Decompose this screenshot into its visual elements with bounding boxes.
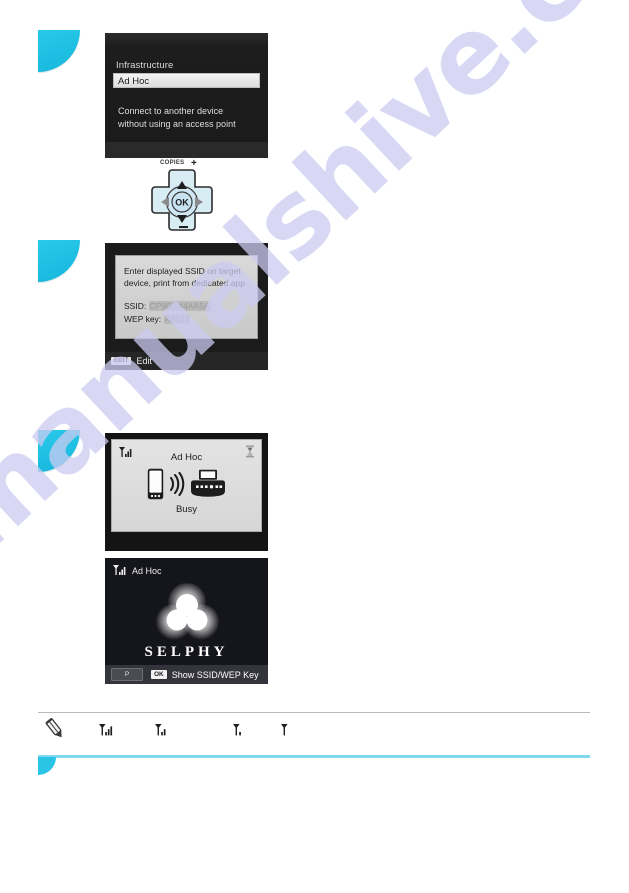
ssid-wep-screen: Enter displayed SSID on target device, p…	[105, 243, 268, 370]
printer-icon	[190, 469, 225, 497]
selphy-splash-screen: Ad Hoc SELPHY P OK Show SSID/WEP Key	[105, 558, 268, 684]
p-button[interactable]: P	[111, 668, 143, 681]
smartphone-icon	[147, 468, 163, 500]
ssid-info-card: Enter displayed SSID on target device, p…	[115, 255, 258, 339]
ssid-label: SSID:	[124, 301, 147, 311]
wep-label: WEP key:	[124, 314, 162, 324]
panel3-title: Ad Hoc	[170, 452, 203, 463]
connection-method-screen: Infrastructure Ad Hoc Connect to another…	[105, 33, 268, 158]
wep-value: A8123	[163, 314, 191, 324]
panel1-footer-bar	[105, 142, 268, 158]
note-divider	[38, 712, 590, 713]
panel3-status-text: Busy	[175, 504, 198, 515]
signal-level-weak	[232, 723, 248, 743]
ssid-instruction-text: Enter displayed SSID on target device, p…	[124, 266, 245, 288]
option-ad-hoc-selected[interactable]: Ad Hoc	[113, 73, 260, 88]
wireless-waves-icon	[169, 472, 184, 496]
signal-level-medium	[154, 723, 170, 743]
edit-key-badge: EDIT	[111, 357, 132, 365]
panel4-bottom-bar: P OK Show SSID/WEP Key	[105, 665, 268, 684]
page-watermark: manualshive.com	[0, 0, 629, 893]
signal-strength-icon	[113, 565, 126, 575]
pencil-note-icon	[42, 716, 68, 747]
selphy-logo	[105, 580, 268, 646]
svg-text:OK: OK	[175, 198, 189, 208]
copies-label: COPIES	[160, 160, 185, 166]
adhoc-busy-screen: Ad Hoc Busy	[105, 433, 268, 551]
navigation-pad[interactable]: COPIES + OK	[146, 159, 218, 236]
panel4-status-row: Ad Hoc	[112, 564, 162, 577]
wep-row: WEP key: A8123	[124, 314, 191, 324]
copies-minus-label	[179, 226, 188, 228]
watermark-text: manualshive.com	[0, 0, 629, 576]
bottom-step-marker	[38, 757, 56, 775]
edit-action-label[interactable]: Edit	[136, 356, 152, 366]
connection-method-description: Connect to another device without using …	[118, 106, 236, 129]
panel4-mode-label: Ad Hoc	[132, 565, 162, 576]
selphy-wordmark: SELPHY	[144, 644, 229, 660]
ssid-value: CP900-44AA5A	[148, 301, 211, 311]
option-ad-hoc-label: Ad Hoc	[118, 76, 150, 87]
step-marker-3	[38, 430, 80, 472]
ok-key-badge: OK	[151, 670, 167, 679]
section-rule	[38, 755, 590, 758]
panel3-display-area: Ad Hoc Busy	[111, 439, 262, 532]
signal-level-none	[280, 723, 296, 743]
signal-level-strong	[98, 723, 114, 743]
option-infrastructure[interactable]: Infrastructure	[116, 60, 173, 71]
ssid-row: SSID: CP900-44AA5A	[124, 301, 211, 311]
panel3-device-graphics	[112, 468, 261, 500]
step-marker-2	[38, 240, 80, 282]
panel2-bottom-bar: EDIT Edit	[105, 352, 268, 370]
show-ssid-wep-key-label[interactable]: Show SSID/WEP Key	[172, 670, 259, 680]
step-marker-1	[38, 30, 80, 72]
selphy-clover-icon	[155, 583, 219, 640]
